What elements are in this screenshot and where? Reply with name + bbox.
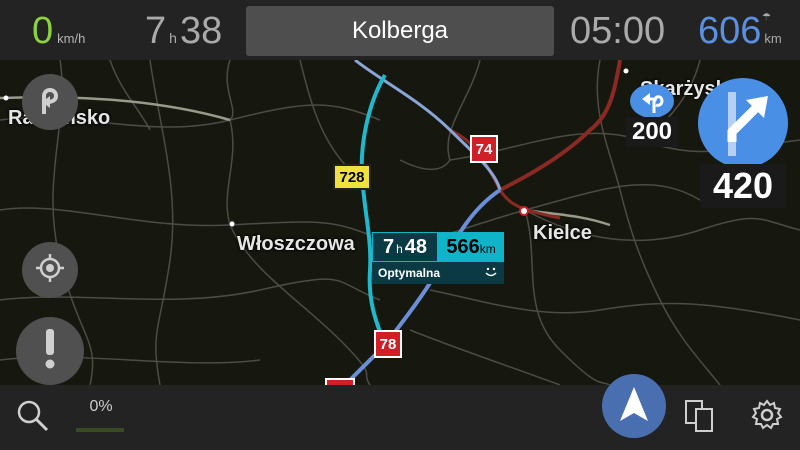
navigation-mode-button[interactable] [602, 374, 666, 438]
locate-button[interactable] [22, 242, 78, 298]
route-type-label: Optymalna [378, 266, 441, 280]
settings-gear-icon[interactable] [750, 398, 784, 437]
next-turn-distance: 200 [626, 117, 678, 147]
roundabout-turn-icon [640, 89, 666, 118]
hours-label: h [169, 30, 177, 46]
umbrella-icon: ☂ [762, 12, 771, 23]
distance-unit: km [764, 31, 782, 46]
wloszczowa-dot [228, 220, 236, 228]
route-progress-text: 0% [89, 398, 113, 415]
report-alert-button[interactable] [16, 317, 84, 385]
navigation-arrow-icon [619, 386, 649, 426]
top-bar: 0 km/h 7 h 38 Kolberga 05:00 606 km ☂ [0, 0, 800, 60]
main-turn-distance: 420 [700, 164, 786, 208]
remaining-minutes: 38 [179, 10, 223, 52]
remaining-hours: 7 [145, 10, 167, 52]
speed-value: 0 [32, 10, 54, 52]
current-speed: 0 km/h [32, 6, 85, 56]
alert-icon [44, 328, 56, 374]
city-label-wloszczowa: Włoszczowa [237, 233, 355, 255]
route-progress-bar [76, 428, 124, 432]
remaining-time[interactable]: 7 h 38 [145, 6, 222, 56]
smiley-icon [484, 266, 498, 281]
layers-icon[interactable] [684, 399, 716, 438]
city-label-kielce: Kielce [533, 222, 592, 244]
route-minutes: 48 [404, 236, 428, 258]
skarzysko-dot [623, 68, 629, 74]
route-distance: 566 km [438, 232, 504, 262]
route-hours: 7 [382, 236, 395, 258]
next-turn-indicator [630, 84, 674, 118]
route-km-value: 566 [446, 236, 480, 258]
clock[interactable]: 05:00 [570, 6, 665, 56]
road-shield-78: 78 [374, 330, 402, 358]
route-info-label[interactable]: 7 h 48 566 km Optymalna [372, 232, 504, 284]
distance-value: 606 [698, 10, 762, 52]
radomsko-dot [3, 95, 9, 101]
current-street-name[interactable]: Kolberga [246, 6, 554, 56]
bottom-bar [0, 385, 800, 450]
route-hours-label: h [396, 242, 403, 256]
road-shield-728: 728 [333, 164, 371, 190]
bear-right-arrow-icon [718, 92, 774, 161]
route-km-unit: km [479, 242, 496, 256]
kielce-dot [519, 206, 529, 216]
u-turn-icon [36, 84, 64, 121]
search-icon[interactable] [16, 399, 50, 438]
speed-unit: km/h [57, 31, 86, 46]
locate-icon [35, 253, 65, 288]
road-shield-74: 74 [470, 135, 498, 163]
route-duration: 7 h 48 [372, 232, 438, 262]
main-turn-indicator[interactable] [698, 78, 788, 168]
u-turn-button[interactable] [22, 74, 78, 130]
